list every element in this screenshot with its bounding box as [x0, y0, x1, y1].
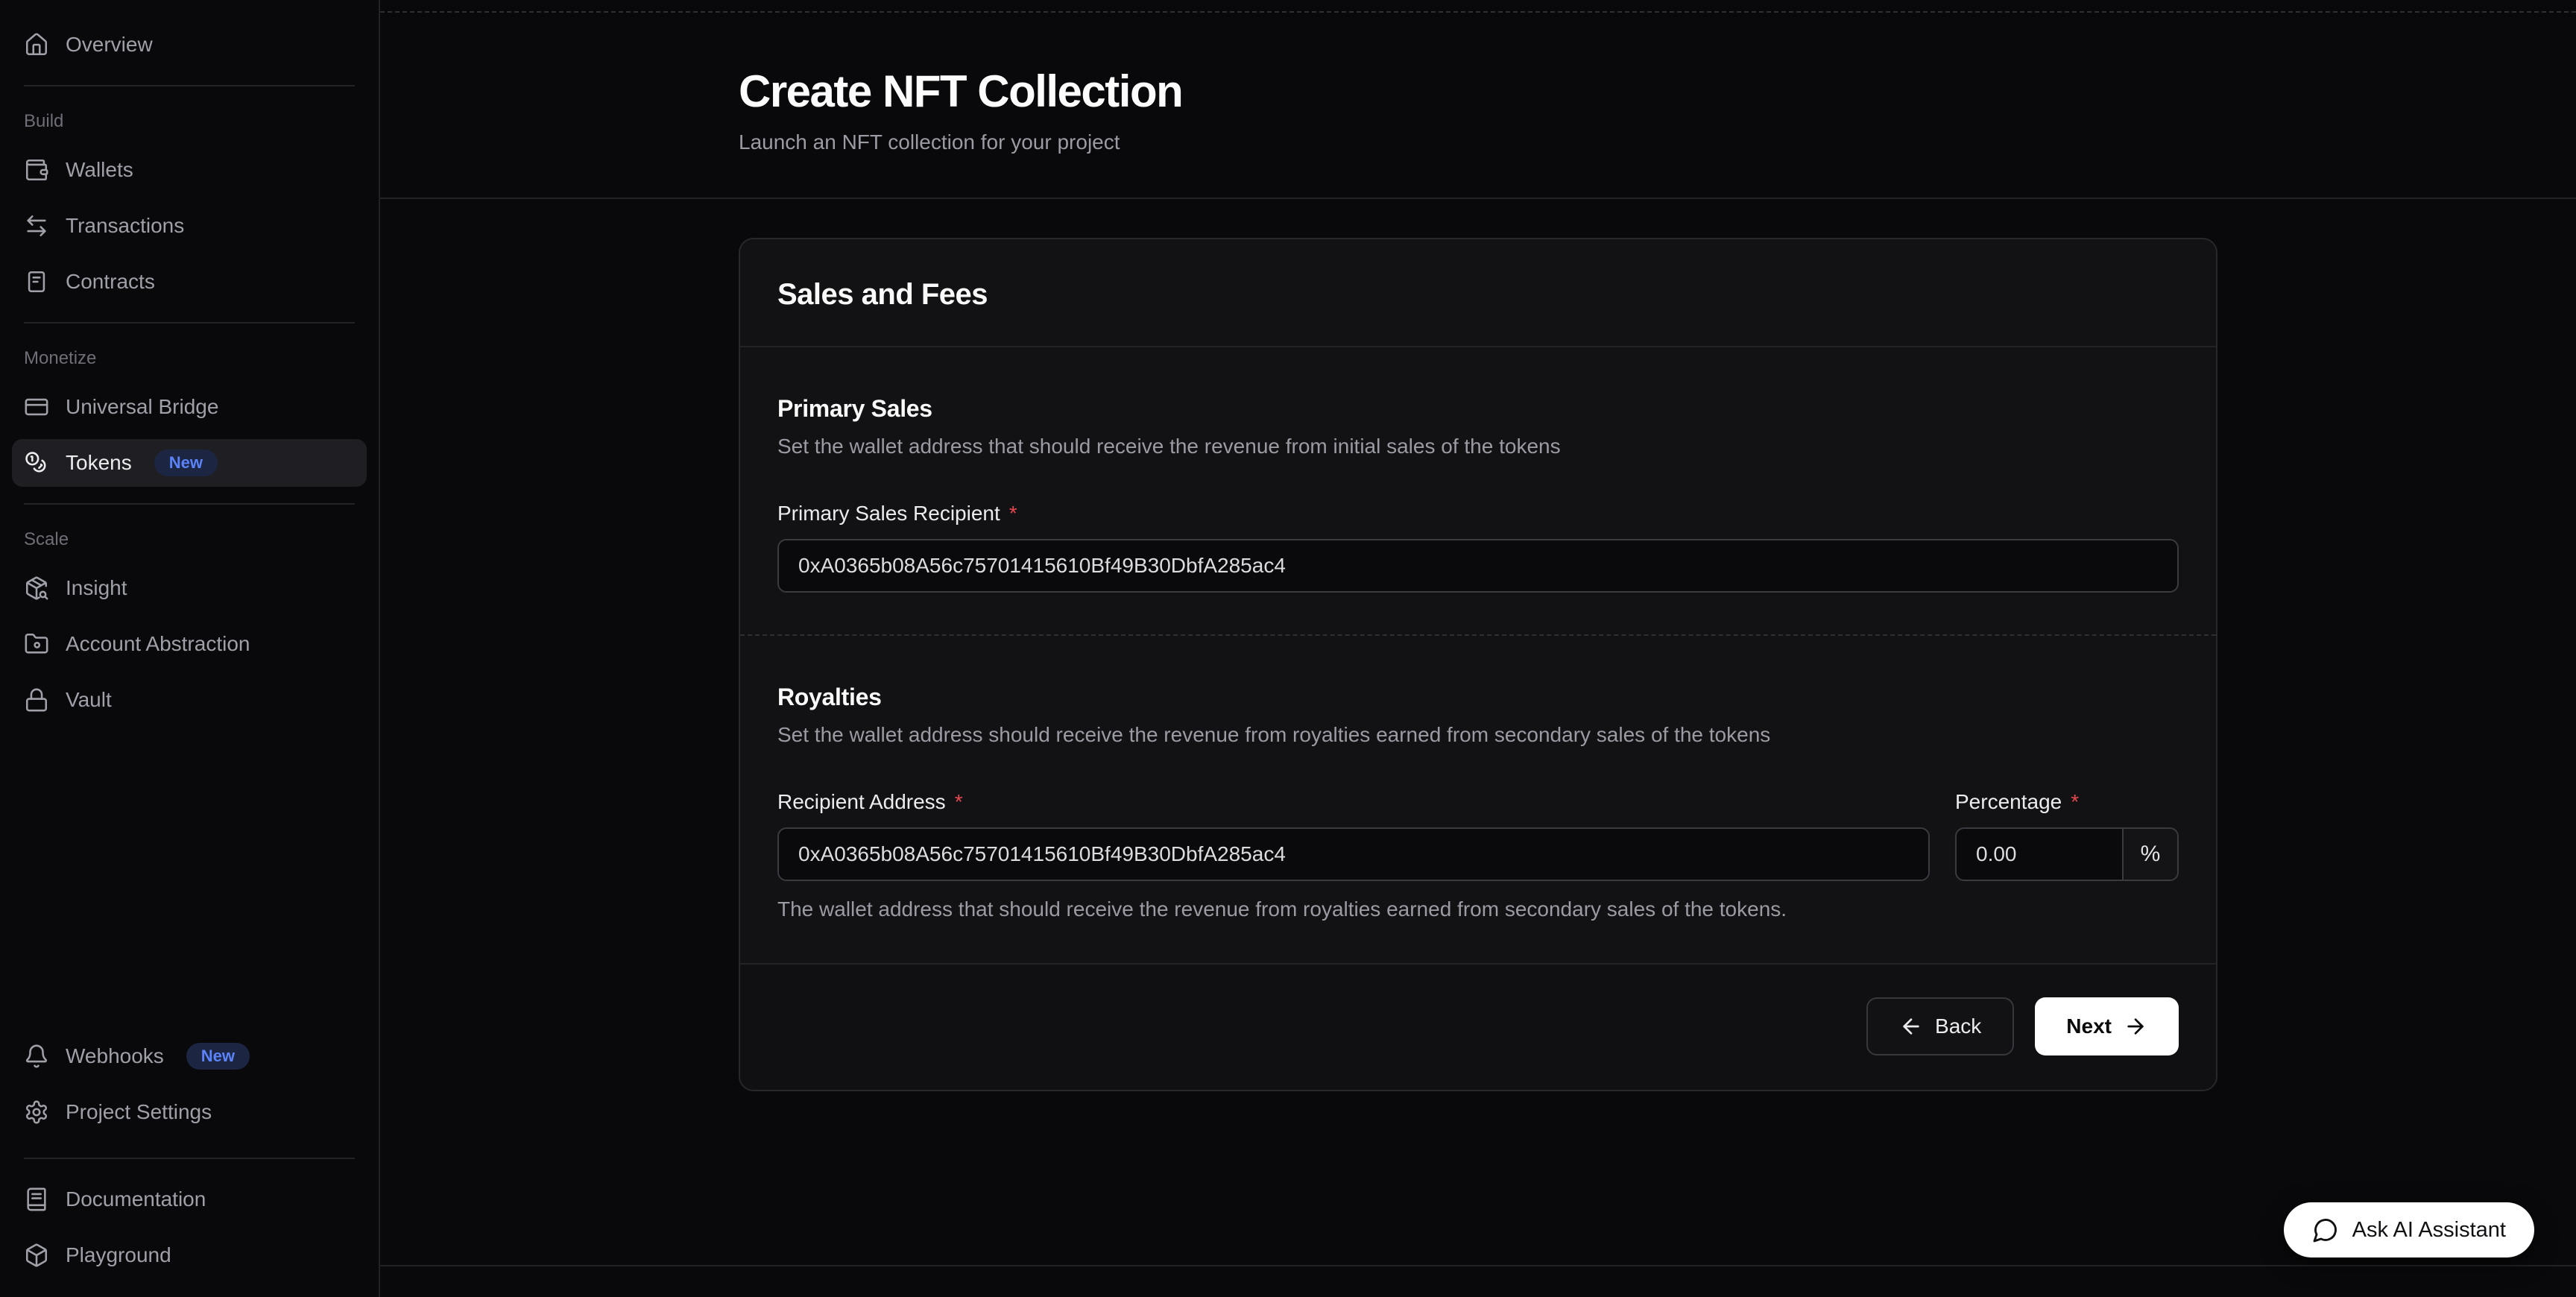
back-button[interactable]: Back [1866, 997, 2014, 1055]
sidebar-item-label: Tokens [66, 451, 132, 475]
sidebar-item-documentation[interactable]: Documentation [12, 1175, 367, 1223]
sidebar-section-build: Build [12, 109, 367, 134]
lock-icon [24, 687, 49, 713]
credit-card-icon [24, 394, 49, 420]
card-title: Sales and Fees [777, 278, 2179, 312]
royalties-description: Set the wallet address should receive th… [777, 723, 2179, 747]
sidebar-item-playground[interactable]: Playground [12, 1231, 367, 1279]
sidebar-item-universal-bridge[interactable]: Universal Bridge [12, 383, 367, 431]
primary-sales-heading: Primary Sales [777, 395, 2179, 423]
primary-sales-section: Primary Sales Set the wallet address tha… [740, 347, 2216, 634]
arrow-right-icon [2124, 1014, 2147, 1038]
ask-ai-assistant-button[interactable]: Ask AI Assistant [2284, 1202, 2534, 1257]
new-badge: New [186, 1043, 250, 1070]
package-search-icon [24, 575, 49, 601]
sidebar-item-account-abstraction[interactable]: Account Abstraction [12, 620, 367, 668]
sidebar-divider [24, 85, 355, 86]
bottom-divider [380, 1265, 2576, 1266]
card-header: Sales and Fees [740, 239, 2216, 347]
royalties-percentage-input[interactable] [1957, 829, 2122, 880]
sidebar-item-wallets[interactable]: Wallets [12, 146, 367, 194]
next-button[interactable]: Next [2035, 997, 2179, 1055]
percent-suffix: % [2122, 829, 2177, 880]
primary-sales-recipient-input[interactable] [777, 539, 2179, 593]
book-icon [24, 1187, 49, 1212]
sidebar-item-contracts[interactable]: Contracts [12, 258, 367, 306]
sidebar-item-label: Account Abstraction [66, 632, 250, 656]
bell-icon [24, 1044, 49, 1069]
contract-document-icon [24, 269, 49, 294]
new-badge: New [154, 449, 218, 476]
sidebar: Overview Build Wallets Transactions [0, 0, 380, 1297]
sidebar-divider [24, 503, 355, 505]
royalties-helper-text: The wallet address that should receive t… [777, 897, 2179, 921]
percentage-input-group: % [1955, 827, 2179, 881]
sidebar-item-label: Transactions [66, 214, 184, 238]
page-title: Create NFT Collection [739, 66, 2217, 117]
required-asterisk: * [955, 790, 963, 814]
sales-and-fees-card: Sales and Fees Primary Sales Set the wal… [739, 238, 2217, 1091]
sidebar-item-tokens[interactable]: Tokens New [12, 439, 367, 487]
app-root: Overview Build Wallets Transactions [0, 0, 2576, 1297]
sidebar-item-label: Universal Bridge [66, 395, 218, 419]
chat-bubble-icon [2312, 1216, 2339, 1243]
ask-ai-assistant-label: Ask AI Assistant [2352, 1218, 2506, 1243]
sidebar-divider [24, 1158, 355, 1159]
sidebar-item-vault[interactable]: Vault [12, 676, 367, 724]
sidebar-item-label: Playground [66, 1243, 171, 1267]
page-subtitle: Launch an NFT collection for your projec… [739, 130, 2217, 154]
required-asterisk: * [1009, 502, 1017, 526]
primary-sales-recipient-label: Primary Sales Recipient * [777, 502, 2179, 526]
sidebar-item-label: Overview [66, 33, 153, 57]
primary-sales-description: Set the wallet address that should recei… [777, 435, 2179, 458]
sidebar-section-scale: Scale [12, 527, 367, 552]
main-content: Create NFT Collection Launch an NFT coll… [380, 0, 2576, 1297]
sidebar-divider [24, 322, 355, 324]
wallet-icon [24, 157, 49, 183]
sidebar-item-transactions[interactable]: Transactions [12, 202, 367, 250]
sidebar-item-label: Documentation [66, 1187, 206, 1211]
box-icon [24, 1243, 49, 1268]
folder-key-icon [24, 631, 49, 657]
sidebar-item-label: Wallets [66, 158, 133, 182]
royalties-recipient-input[interactable] [777, 827, 1930, 881]
royalties-heading: Royalties [777, 684, 2179, 711]
sidebar-item-label: Vault [66, 688, 112, 712]
home-icon [24, 32, 49, 57]
sidebar-item-webhooks[interactable]: Webhooks New [12, 1032, 367, 1080]
page-header: Create NFT Collection Launch an NFT coll… [380, 0, 2576, 199]
card-footer: Back Next [740, 963, 2216, 1090]
sidebar-item-label: Insight [66, 576, 127, 600]
royalties-recipient-label: Recipient Address * [777, 790, 1930, 814]
sidebar-item-insight[interactable]: Insight [12, 564, 367, 612]
royalties-percentage-label: Percentage * [1955, 790, 2179, 814]
required-asterisk: * [2071, 790, 2079, 814]
sidebar-item-project-settings[interactable]: Project Settings [12, 1088, 367, 1136]
coins-icon [24, 450, 49, 476]
sidebar-item-overview[interactable]: Overview [12, 21, 367, 69]
gear-icon [24, 1099, 49, 1125]
top-dashed-divider [380, 11, 2576, 13]
arrows-left-right-icon [24, 213, 49, 239]
sidebar-item-label: Project Settings [66, 1100, 212, 1124]
royalties-section: Royalties Set the wallet address should … [740, 636, 2216, 963]
sidebar-item-label: Webhooks [66, 1044, 164, 1068]
arrow-left-icon [1899, 1014, 1923, 1038]
sidebar-item-label: Contracts [66, 270, 155, 294]
sidebar-section-monetize: Monetize [12, 346, 367, 371]
